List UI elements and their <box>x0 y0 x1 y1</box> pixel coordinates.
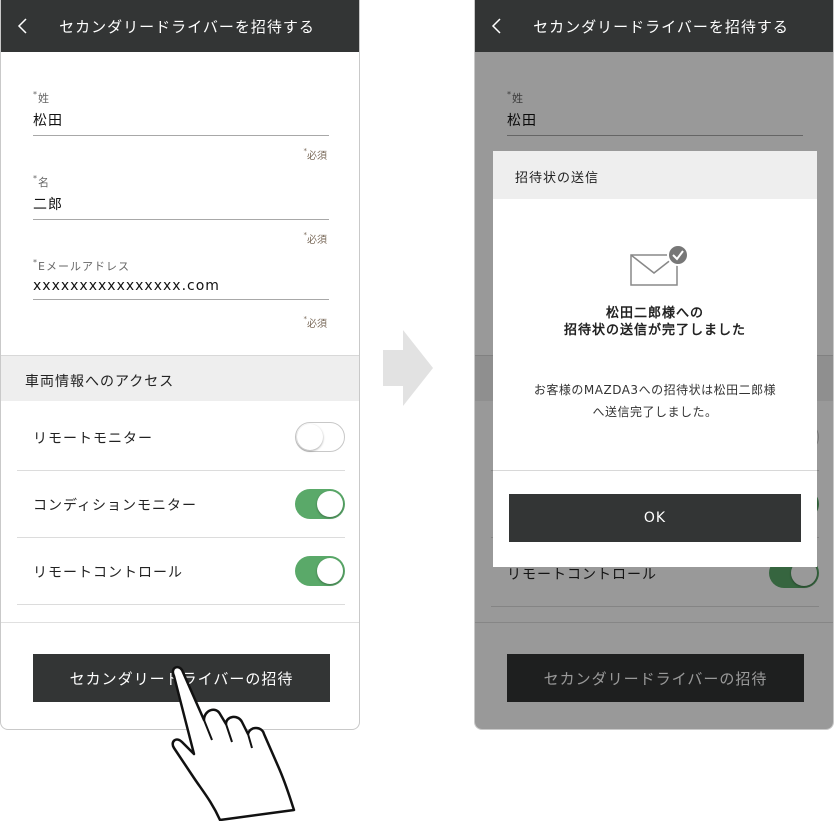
first-name-label: 名 <box>38 176 50 189</box>
dialog-divider <box>493 470 817 471</box>
setting-row-condition-monitor: コンディションモニター <box>17 471 345 538</box>
condition-monitor-toggle[interactable] <box>295 489 345 519</box>
email-label: Eメールアドレス <box>38 260 130 273</box>
app-header: セカンダリードライバーを招待する <box>475 0 833 52</box>
remote-control-toggle[interactable] <box>295 556 345 586</box>
dialog-title: 招待状の送信 <box>515 171 600 186</box>
toggle-knob <box>297 424 323 450</box>
divider <box>1 622 359 623</box>
setting-row-remote-monitor: リモートモニター <box>17 404 345 471</box>
toggle-knob <box>317 491 343 517</box>
invite-sent-dialog: 招待状の送信 松田二郎様への 招待状の送信が完了しました お客様のMAZDA3へ… <box>493 151 817 567</box>
required-note: *必須 <box>303 147 328 162</box>
ok-button[interactable]: OK <box>509 494 801 542</box>
first-name-input[interactable]: 二郎 <box>33 194 329 220</box>
email-field[interactable]: *Eメールアドレス xxxxxxxxxxxxxxxx.com <box>33 258 329 300</box>
last-name-field[interactable]: *姓 松田 <box>33 90 329 136</box>
dialog-header: 招待状の送信 <box>493 151 817 199</box>
section-title: 車両情報へのアクセス <box>25 374 175 390</box>
first-name-field[interactable]: *名 二郎 <box>33 174 329 220</box>
required-note: *必須 <box>303 315 328 330</box>
setting-label: リモートモニター <box>33 431 153 447</box>
dialog-message: 松田二郎様への 招待状の送信が完了しました <box>563 306 746 338</box>
check-badge-icon <box>667 244 689 266</box>
setting-row-remote-control: リモートコントロール <box>17 538 345 605</box>
vehicle-access-section-header: 車両情報へのアクセス <box>1 355 359 401</box>
tap-hand-icon <box>171 665 296 821</box>
required-note: *必須 <box>303 231 328 246</box>
app-header: セカンダリードライバーを招待する <box>1 0 359 52</box>
next-step-arrow-icon <box>383 330 433 406</box>
remote-monitor-toggle[interactable] <box>295 422 345 452</box>
setting-label: リモートコントロール <box>33 565 183 581</box>
invite-screen: セカンダリードライバーを招待する *姓 松田 *必須 *名 二郎 *必須 *Eメ… <box>0 0 360 730</box>
page-title: セカンダリードライバーを招待する <box>533 18 789 36</box>
invite-complete-screen: セカンダリードライバーを招待する *姓 松田 リモートコントロール セカンダリー… <box>474 0 834 730</box>
email-input[interactable]: xxxxxxxxxxxxxxxx.com <box>33 278 329 300</box>
mail-sent-icon <box>630 244 689 286</box>
last-name-input[interactable]: 松田 <box>33 110 329 136</box>
dialog-detail: お客様のMAZDA3への招待状は松田二郎様 へ送信完了しました。 <box>533 383 777 419</box>
setting-label: コンディションモニター <box>33 498 198 514</box>
toggle-knob <box>317 558 343 584</box>
last-name-label: 姓 <box>38 92 50 105</box>
page-title: セカンダリードライバーを招待する <box>59 18 315 36</box>
